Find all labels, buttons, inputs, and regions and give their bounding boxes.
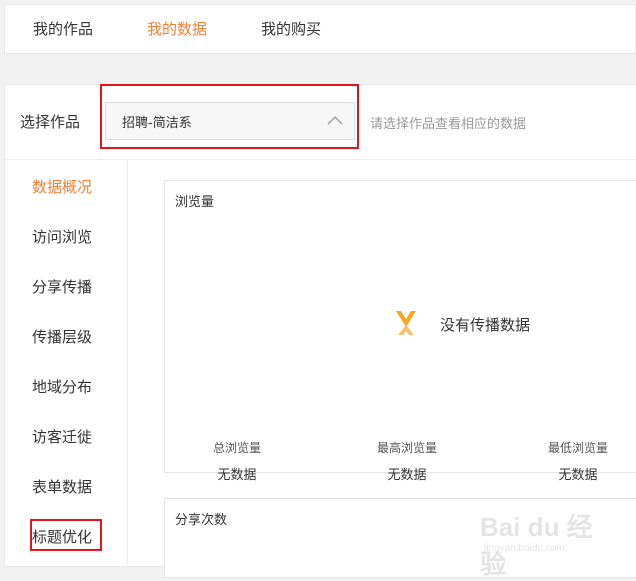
tab-my-data[interactable]: 我的数据 — [147, 5, 207, 53]
stat-value: 无数据 — [387, 468, 427, 483]
stat-value: 无数据 — [558, 468, 598, 483]
stat-total-views: 总浏览量 无数据 — [187, 439, 287, 483]
sidebar-item-overview[interactable]: 数据概况 — [32, 176, 92, 197]
sidebar-item-regions[interactable]: 地域分布 — [32, 376, 92, 397]
shares-card-title: 分享次数 — [175, 513, 228, 528]
work-selector-row: 选择作品 招聘-简洁系 请选择作品查看相应的数据 — [5, 84, 636, 160]
sidebar-item-sharing[interactable]: 分享传播 — [32, 276, 92, 297]
work-select-dropdown[interactable]: 招聘-简洁系 — [105, 102, 355, 140]
sidebar-item-migration[interactable]: 访客迁徙 — [32, 426, 92, 447]
stat-label: 最高浏览量 — [376, 441, 437, 455]
stat-label: 总浏览量 — [212, 441, 261, 455]
sidebar-item-visits[interactable]: 访问浏览 — [32, 226, 92, 247]
stat-value: 无数据 — [217, 468, 257, 483]
stat-min-views: 最低浏览量 无数据 — [528, 439, 628, 483]
views-card-title: 浏览量 — [175, 195, 215, 210]
select-hint: 请选择作品查看相应的数据 — [370, 117, 527, 132]
tab-my-purchases[interactable]: 我的购买 — [261, 5, 321, 53]
sidebar-item-forms[interactable]: 表单数据 — [32, 476, 92, 497]
empty-state-icon — [396, 311, 416, 335]
select-work-label: 选择作品 — [20, 113, 81, 131]
baidu-jingyan-watermark: Bai du 经验 jingyan.baidu.com — [480, 507, 610, 579]
watermark-url: jingyan.baidu.com — [484, 543, 565, 554]
empty-state-text: 没有传播数据 — [440, 316, 531, 334]
chevron-up-icon — [327, 116, 343, 125]
stat-label: 最低浏览量 — [547, 441, 608, 455]
sidebar: 数据概况 访问浏览 分享传播 传播层级 地域分布 访客迁徙 表单数据 标题优化 — [5, 160, 128, 568]
highlight-box-title-optimize — [30, 519, 102, 551]
views-card: 浏览量 没有传播数据 总浏览量 无数据 最高浏览量 无数据 最低浏览量 无数据 — [164, 180, 636, 483]
tab-my-works[interactable]: 我的作品 — [33, 5, 93, 53]
selected-work: 招聘-简洁系 — [122, 116, 192, 131]
sidebar-item-levels[interactable]: 传播层级 — [32, 326, 92, 347]
top-nav: 我的作品 我的数据 我的购买 — [4, 4, 636, 54]
data-panel: 选择作品 招聘-简洁系 请选择作品查看相应的数据 数据概况 访问浏览 分享传播 … — [4, 84, 636, 578]
stat-max-views: 最高浏览量 无数据 — [357, 439, 457, 483]
